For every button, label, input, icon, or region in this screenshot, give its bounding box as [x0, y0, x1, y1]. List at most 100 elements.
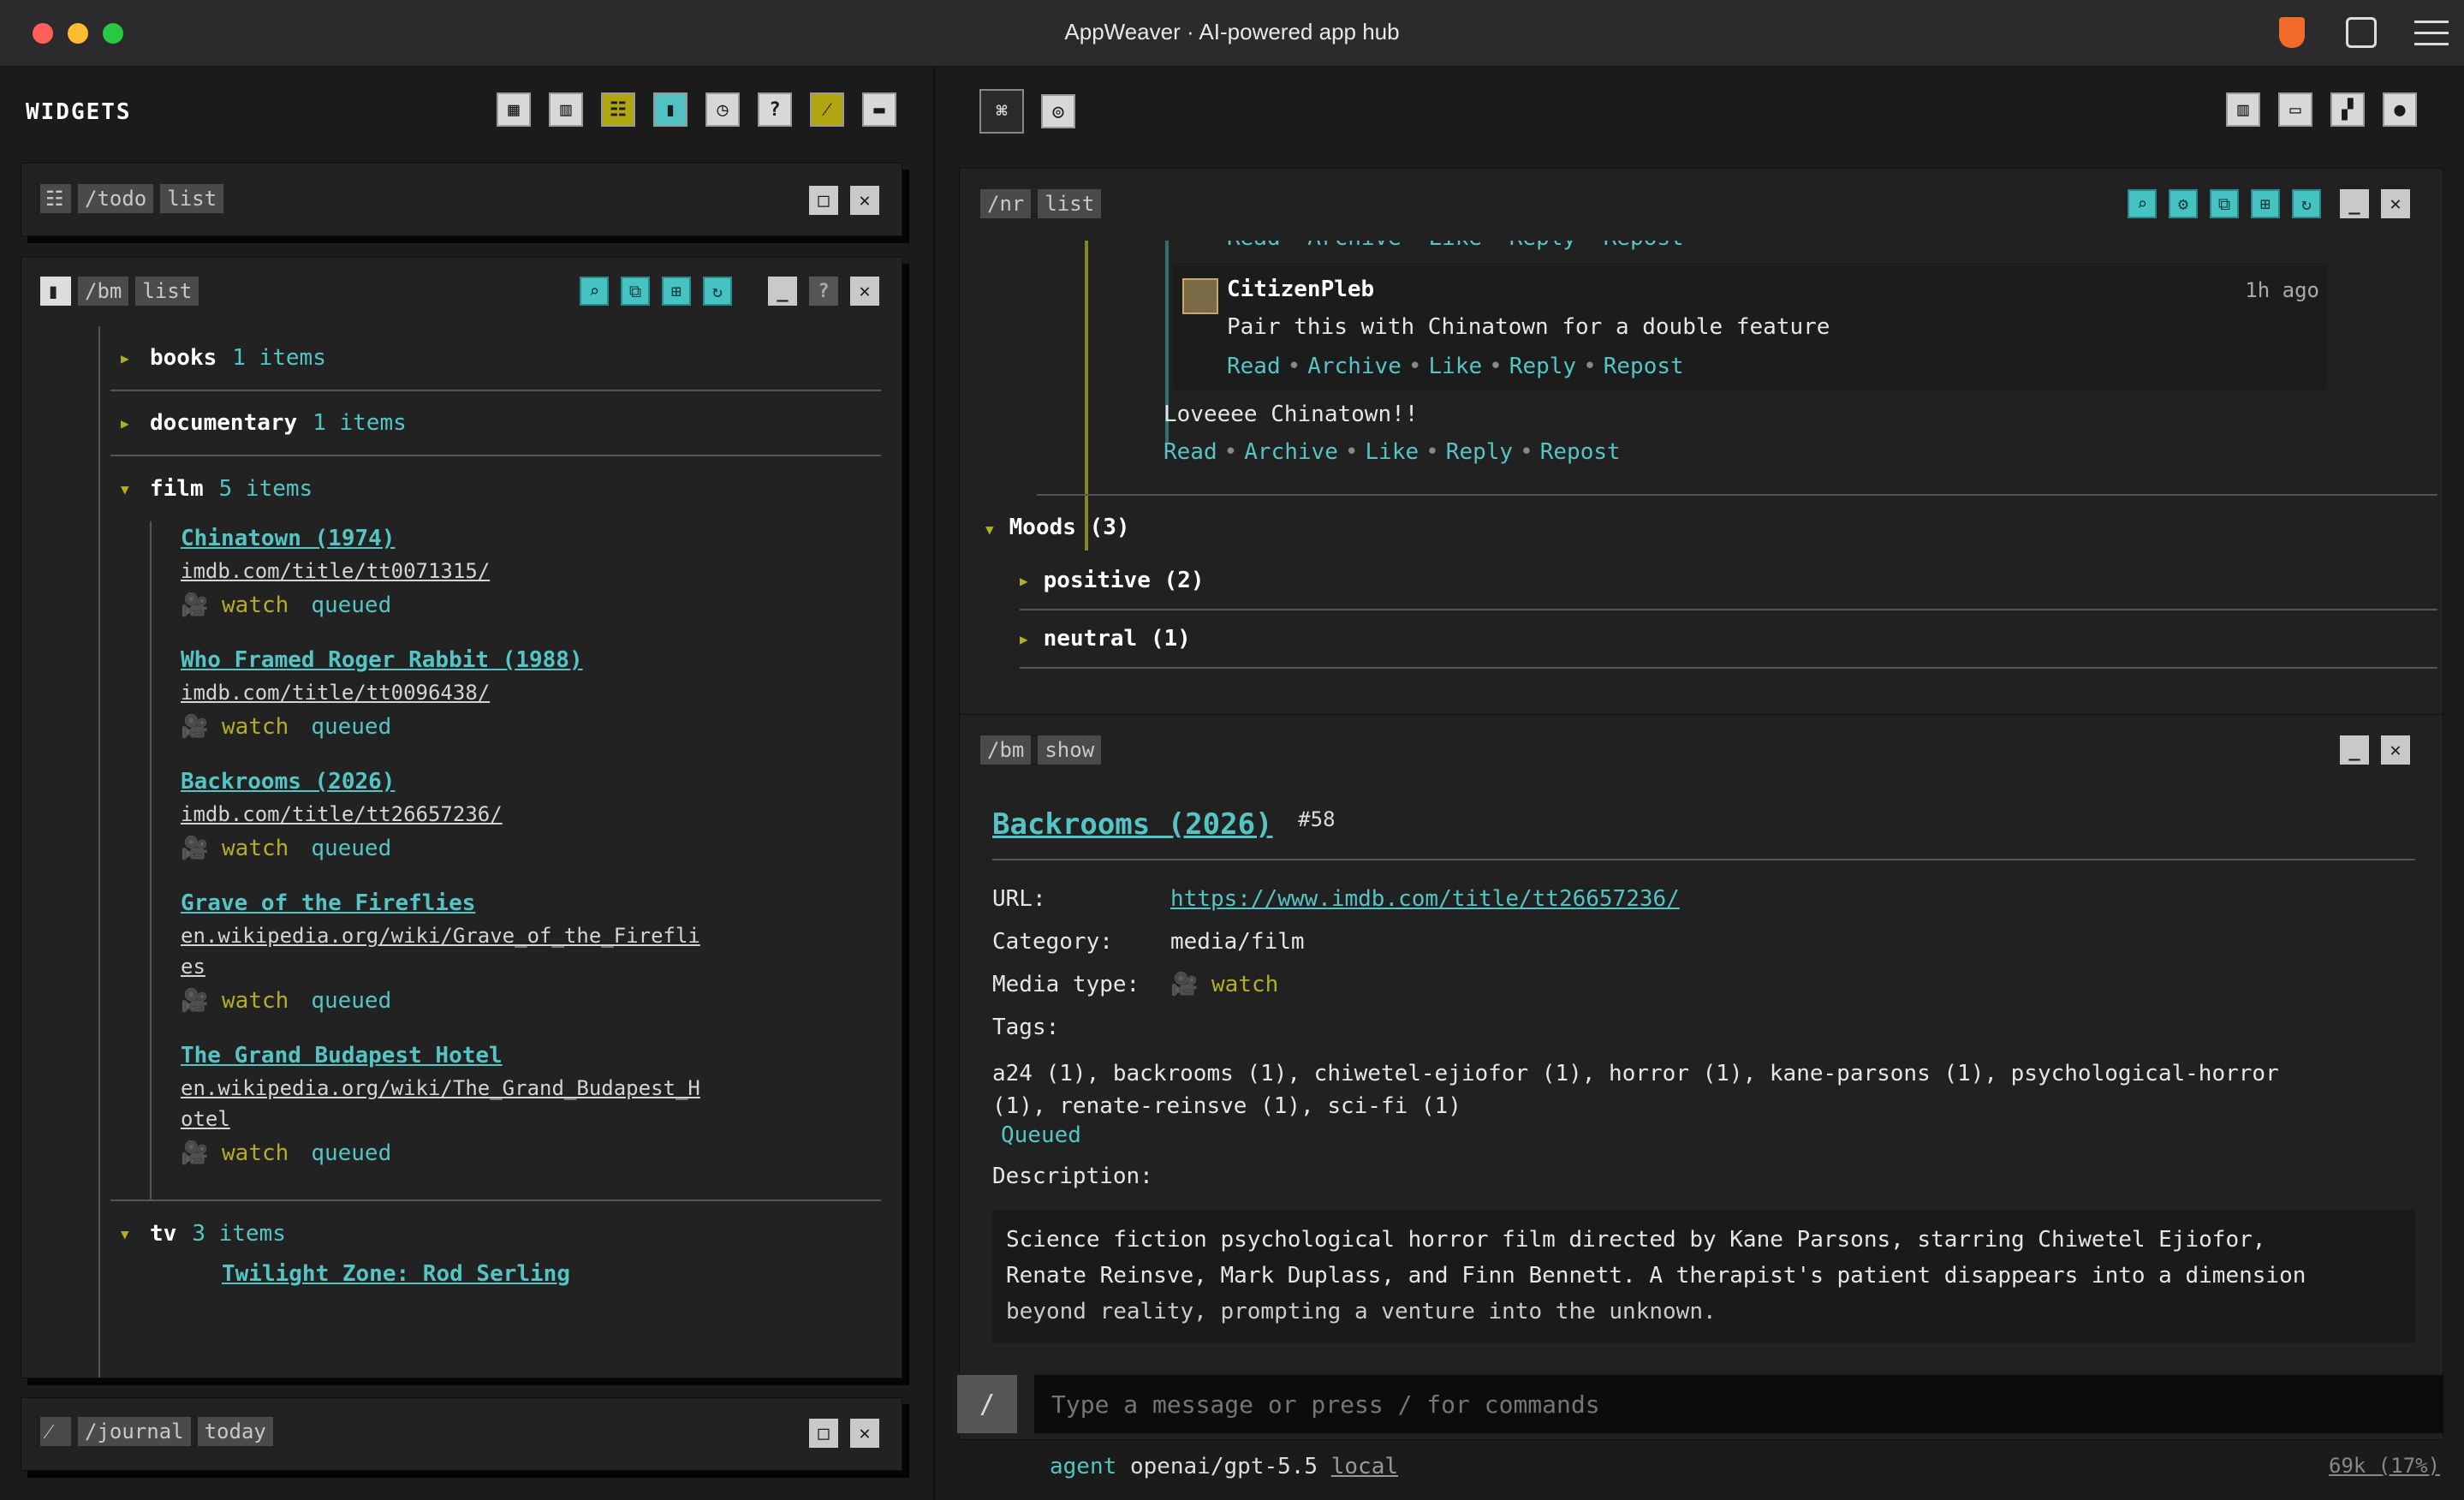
- reply-action[interactable]: Reply: [1509, 354, 1576, 379]
- tags-label: Tags:: [992, 1015, 1060, 1040]
- brave-shield-icon[interactable]: [2279, 17, 2305, 48]
- category-books[interactable]: ▶ books 1 items: [110, 326, 881, 391]
- film-icon: 🎥: [181, 836, 209, 861]
- post-text: Loveeee Chinatown!!: [1164, 402, 1419, 427]
- bookmark-url[interactable]: en.wikipedia.org/wiki/The_Grand_Budapest…: [181, 1076, 700, 1100]
- repost-action[interactable]: Repost: [1540, 439, 1621, 465]
- bookmark-url[interactable]: imdb.com/title/tt0096438/: [181, 681, 490, 705]
- minimize-button[interactable]: _: [768, 277, 797, 306]
- mode-link[interactable]: local: [1331, 1454, 1398, 1479]
- category-tv[interactable]: ▼ tv 3 items: [110, 1201, 881, 1266]
- search-icon[interactable]: ⌕: [2128, 189, 2157, 218]
- reply-action[interactable]: Reply: [1446, 439, 1513, 465]
- repost-action[interactable]: Repost: [1604, 354, 1684, 379]
- moods-toggle[interactable]: ▼ Moods (3): [985, 515, 1130, 540]
- wallet-icon[interactable]: ▭: [2278, 92, 2312, 127]
- help-widget-icon[interactable]: ?: [758, 92, 792, 127]
- expand-icon[interactable]: ⊞: [2251, 189, 2280, 218]
- maximize-button[interactable]: □: [809, 186, 838, 215]
- bookmark-url-continued[interactable]: otel: [181, 1107, 230, 1131]
- like-action[interactable]: Like: [1366, 439, 1419, 465]
- collapsed-triangle-icon: ▶: [1020, 630, 1028, 647]
- widget-mode[interactable]: list: [160, 184, 224, 213]
- help-button[interactable]: ?: [809, 277, 838, 306]
- widget-mode[interactable]: list: [135, 277, 199, 306]
- collapse-icon[interactable]: ⧉: [2210, 189, 2239, 218]
- widget-mode[interactable]: show: [1038, 735, 1102, 765]
- detail-category: media/film: [1170, 929, 1305, 955]
- category-documentary[interactable]: ▶ documentary 1 items: [110, 391, 881, 456]
- bookmark-widget-icon[interactable]: ▮: [653, 92, 687, 127]
- close-widget-button[interactable]: ✕: [850, 186, 879, 215]
- user-icon[interactable]: ●: [2383, 92, 2417, 127]
- expand-icon[interactable]: ⊞: [662, 277, 691, 306]
- like-action[interactable]: Like: [1429, 354, 1483, 379]
- widget-command[interactable]: /todo: [78, 184, 154, 213]
- detail-fields: URL: https://www.imdb.com/title/tt2665723…: [992, 878, 1680, 1049]
- bookmark-url[interactable]: imdb.com/title/tt0071315/: [181, 559, 490, 583]
- stats-icon[interactable]: ▥: [2226, 92, 2260, 127]
- todo-widget-icon[interactable]: ☷: [601, 92, 635, 127]
- token-usage[interactable]: 69k (17%): [2329, 1454, 2440, 1478]
- bookmark-url[interactable]: en.wikipedia.org/wiki/Grave_of_the_Firef…: [181, 924, 700, 948]
- detail-url-link[interactable]: https://www.imdb.com/title/tt26657236/: [1170, 886, 1680, 912]
- description-label: Description:: [992, 1164, 1153, 1189]
- clock-widget-icon[interactable]: ◷: [705, 92, 740, 127]
- widget-command[interactable]: /nr: [980, 189, 1032, 218]
- mood-neutral[interactable]: ▶ neutral (1): [1020, 610, 2437, 669]
- read-action[interactable]: Read: [1164, 439, 1217, 465]
- mood-positive[interactable]: ▶ positive (2): [1020, 552, 2437, 610]
- widget-command[interactable]: /journal: [78, 1417, 191, 1446]
- bookmark-title-link[interactable]: Twilight Zone: Rod Serling: [222, 1261, 570, 1287]
- widget-command[interactable]: /bm: [980, 735, 1032, 765]
- bookmark-title-link[interactable]: The Grand Budapest Hotel: [181, 1043, 503, 1068]
- command-slash-button[interactable]: /: [957, 1375, 1017, 1433]
- layout-icon[interactable]: ▞: [2330, 92, 2365, 127]
- journal-widget-icon[interactable]: ⁄: [810, 92, 844, 127]
- bookmark-url-continued[interactable]: es: [181, 955, 205, 979]
- agent-label: agent: [1050, 1454, 1117, 1479]
- refresh-icon[interactable]: ↻: [2292, 189, 2321, 218]
- minimize-button[interactable]: _: [2340, 735, 2369, 765]
- bookmark-url[interactable]: imdb.com/title/tt26657236/: [181, 802, 503, 826]
- extensions-icon[interactable]: [2346, 17, 2377, 48]
- category-tree: ▶ books 1 items ▶ documentary 1 items ▼ film 5…: [110, 326, 881, 1287]
- close-widget-button[interactable]: ✕: [850, 1419, 879, 1448]
- close-widget-button[interactable]: ✕: [2381, 189, 2410, 218]
- maximize-button[interactable]: □: [809, 1419, 838, 1448]
- search-icon[interactable]: ⌕: [580, 277, 609, 306]
- settings-icon[interactable]: ⚙: [2169, 189, 2198, 218]
- archive-action[interactable]: Archive: [1244, 439, 1338, 465]
- bookmark-title-link[interactable]: Backrooms (2026): [181, 769, 395, 795]
- widget-command[interactable]: /bm: [78, 277, 129, 306]
- archive-action[interactable]: Archive: [1307, 354, 1402, 379]
- bookmark-title-link[interactable]: Who Framed Roger Rabbit (1988): [181, 647, 583, 673]
- film-icon: 🎥: [181, 714, 209, 740]
- model-name[interactable]: openai/gpt-5.5: [1130, 1454, 1318, 1479]
- bookmark-title-link[interactable]: Chinatown (1974): [181, 526, 395, 551]
- reply-username[interactable]: CitizenPleb: [1227, 277, 1374, 302]
- detail-title-row: Backrooms (2026) #58: [992, 807, 1336, 842]
- chat-icon[interactable]: ◎: [1041, 94, 1075, 128]
- minimize-button[interactable]: _: [2340, 189, 2369, 218]
- folder-widget-icon[interactable]: ▬: [862, 92, 896, 127]
- widget-mode[interactable]: today: [197, 1417, 273, 1446]
- expanded-triangle-icon: ▼: [121, 480, 129, 497]
- collapse-icon[interactable]: ⧉: [621, 277, 650, 306]
- read-action[interactable]: Read: [1227, 354, 1281, 379]
- message-input[interactable]: [1034, 1375, 2443, 1433]
- grid-widget-icon[interactable]: ▦: [497, 92, 531, 127]
- category-film[interactable]: ▼ film 5 items: [110, 456, 881, 521]
- bookmark-title-link[interactable]: Grave of the Fireflies: [181, 890, 475, 916]
- tags-line[interactable]: (1), renate-reinsve (1), sci-fi (1): [992, 1090, 2279, 1122]
- list-item: Who Framed Roger Rabbit (1988) imdb.com/…: [181, 647, 583, 740]
- command-grid-icon[interactable]: ⌘: [979, 89, 1024, 134]
- menu-icon[interactable]: [2414, 21, 2449, 48]
- close-widget-button[interactable]: ✕: [2381, 735, 2410, 765]
- tags-line[interactable]: a24 (1), backrooms (1), chiwetel-ejiofor…: [992, 1057, 2279, 1090]
- reader-widget-icon[interactable]: ▥: [549, 92, 583, 127]
- refresh-icon[interactable]: ↻: [703, 277, 732, 306]
- detail-title-link[interactable]: Backrooms (2026): [992, 807, 1273, 842]
- close-widget-button[interactable]: ✕: [850, 277, 879, 306]
- widget-mode[interactable]: list: [1038, 189, 1102, 218]
